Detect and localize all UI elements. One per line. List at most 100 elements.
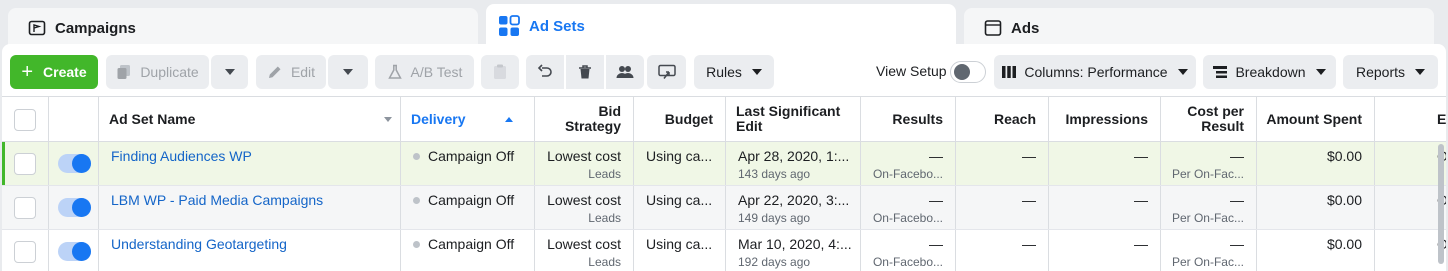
adset-name-link[interactable]: LBM WP - Paid Media Campaigns: [111, 192, 323, 208]
undo-icon: [537, 64, 553, 80]
status-dot: [413, 197, 420, 204]
adset-on-off-toggle[interactable]: [58, 154, 91, 173]
row-checkbox[interactable]: [14, 241, 36, 263]
adset-name-link[interactable]: Finding Audiences WP: [111, 148, 252, 164]
duplicate-button[interactable]: Duplicate: [106, 55, 209, 89]
duplicate-label: Duplicate: [140, 64, 199, 80]
delivery-cell: Campaign Off: [401, 230, 535, 271]
columns-icon: [1002, 65, 1017, 79]
results-sub: On-Facebo...: [872, 211, 943, 225]
amount-value: $0.00: [1326, 192, 1362, 208]
reach-cell: —: [956, 186, 1049, 229]
adset-name-cell: Understanding Geotargeting: [99, 230, 401, 271]
ends-cell: Or: [1375, 230, 1446, 271]
column-header-amount-spent[interactable]: Amount Spent: [1257, 97, 1375, 141]
row-toggle-cell: [49, 186, 99, 229]
column-header-bid-strategy[interactable]: Bid Strategy: [535, 97, 634, 141]
last-edit-value[interactable]: Apr 28, 2020, 1:...: [738, 148, 849, 164]
tab-campaigns[interactable]: Campaigns: [8, 8, 478, 48]
ab-test-button[interactable]: A/B Test: [375, 55, 474, 89]
select-all-checkbox[interactable]: [14, 109, 36, 131]
rules-dropdown[interactable]: Rules: [694, 55, 774, 89]
column-header-impressions-label: Impressions: [1065, 110, 1148, 127]
create-label: Create: [43, 64, 87, 80]
tab-adsets[interactable]: Ad Sets: [486, 4, 956, 48]
reports-dropdown[interactable]: Reports: [1343, 55, 1438, 89]
last-edit-value[interactable]: Mar 10, 2020, 4:...: [738, 236, 852, 252]
results-sub: On-Facebo...: [872, 167, 943, 181]
audience-button[interactable]: [606, 55, 644, 89]
delete-button[interactable]: [566, 55, 604, 89]
toggle-knob: [954, 64, 970, 80]
delivery-status: Campaign Off: [428, 192, 515, 208]
delivery-status: Campaign Off: [428, 236, 515, 252]
column-header-name[interactable]: Ad Set Name: [99, 97, 401, 141]
row-select-cell: [2, 230, 49, 271]
column-header-budget[interactable]: Budget: [634, 97, 726, 141]
bid-strategy-value: Lowest cost: [547, 236, 621, 252]
column-header-last-edit[interactable]: Last Significant Edit: [726, 97, 861, 141]
chevron-down-icon: [751, 69, 762, 75]
table-row[interactable]: Understanding Geotargeting Campaign Off …: [2, 230, 1446, 271]
cost-per-result-cell: — Per On-Fac...: [1161, 230, 1257, 271]
adset-on-off-toggle[interactable]: [58, 242, 91, 261]
column-header-results-label: Results: [892, 110, 943, 127]
column-header-name-label: Ad Set Name: [109, 110, 196, 127]
row-checkbox[interactable]: [14, 153, 36, 175]
vertical-scrollbar[interactable]: [1438, 144, 1444, 264]
reach-cell: —: [956, 142, 1049, 185]
reach-cell: —: [956, 230, 1049, 271]
column-header-bid-label: Bid Strategy: [564, 103, 621, 134]
status-dot: [413, 153, 420, 160]
view-setup-toggle[interactable]: [950, 61, 986, 83]
breakdown-label: Breakdown: [1235, 64, 1306, 80]
row-select-cell: [2, 186, 49, 229]
ends-cell: Or: [1375, 142, 1446, 185]
column-header-reach[interactable]: Reach: [956, 97, 1049, 141]
columns-dropdown[interactable]: Columns: Performance: [994, 55, 1196, 89]
adset-on-off-toggle[interactable]: [58, 198, 91, 217]
amount-value: $0.00: [1326, 236, 1362, 252]
tab-adsets-label: Ad Sets: [529, 17, 585, 35]
grid-icon: [498, 15, 520, 37]
row-select-cell: [2, 142, 49, 185]
last-edit-sub: 143 days ago: [738, 167, 811, 181]
chevron-down-icon: [1415, 69, 1426, 75]
adset-name-link[interactable]: Understanding Geotargeting: [111, 236, 287, 252]
bid-strategy-cell: Lowest cost Leads: [535, 142, 634, 185]
tab-ads[interactable]: Ads: [964, 8, 1434, 48]
table-row[interactable]: LBM WP - Paid Media Campaigns Campaign O…: [2, 186, 1446, 230]
create-button[interactable]: + Create: [10, 55, 98, 89]
flask-icon: [387, 64, 403, 80]
undo-button[interactable]: [526, 55, 564, 89]
edit-dropdown-button[interactable]: [328, 55, 368, 89]
last-edit-value[interactable]: Apr 22, 2020, 3:...: [738, 192, 849, 208]
column-header-impressions[interactable]: Impressions: [1049, 97, 1161, 141]
breakdown-dropdown[interactable]: Breakdown: [1203, 55, 1336, 89]
preview-button[interactable]: [647, 55, 686, 89]
clipboard-button[interactable]: [481, 55, 519, 89]
column-header-ends[interactable]: E: [1375, 97, 1446, 141]
sort-ascending-icon: [505, 116, 514, 122]
column-header-budget-label: Budget: [664, 110, 713, 127]
edit-button[interactable]: Edit: [256, 55, 326, 89]
pencil-icon: [267, 64, 283, 80]
row-checkbox[interactable]: [14, 197, 36, 219]
row-toggle-cell: [49, 142, 99, 185]
delivery-cell: Campaign Off: [401, 142, 535, 185]
column-header-results[interactable]: Results: [861, 97, 956, 141]
cost-per-result-cell: — Per On-Fac...: [1161, 142, 1257, 185]
column-header-cost-per-result[interactable]: Cost per Result: [1161, 97, 1257, 141]
duplicate-dropdown-button[interactable]: [211, 55, 248, 89]
table-row[interactable]: Finding Audiences WP Campaign Off Lowest…: [2, 142, 1446, 186]
column-header-delivery[interactable]: Delivery: [401, 97, 535, 141]
budget-cell: Using ca...: [634, 186, 726, 229]
columns-label: Columns: Performance: [1024, 64, 1168, 80]
adsets-panel: + Create Duplicate Edit A/B Test Rules V…: [2, 44, 1446, 271]
cpr-sub: Per On-Fac...: [1171, 167, 1244, 181]
cpr-sub: Per On-Fac...: [1171, 211, 1244, 225]
window-icon: [984, 19, 1002, 37]
chevron-down-icon: [343, 69, 353, 75]
rules-label: Rules: [706, 64, 742, 80]
results-sub: On-Facebo...: [872, 255, 943, 269]
